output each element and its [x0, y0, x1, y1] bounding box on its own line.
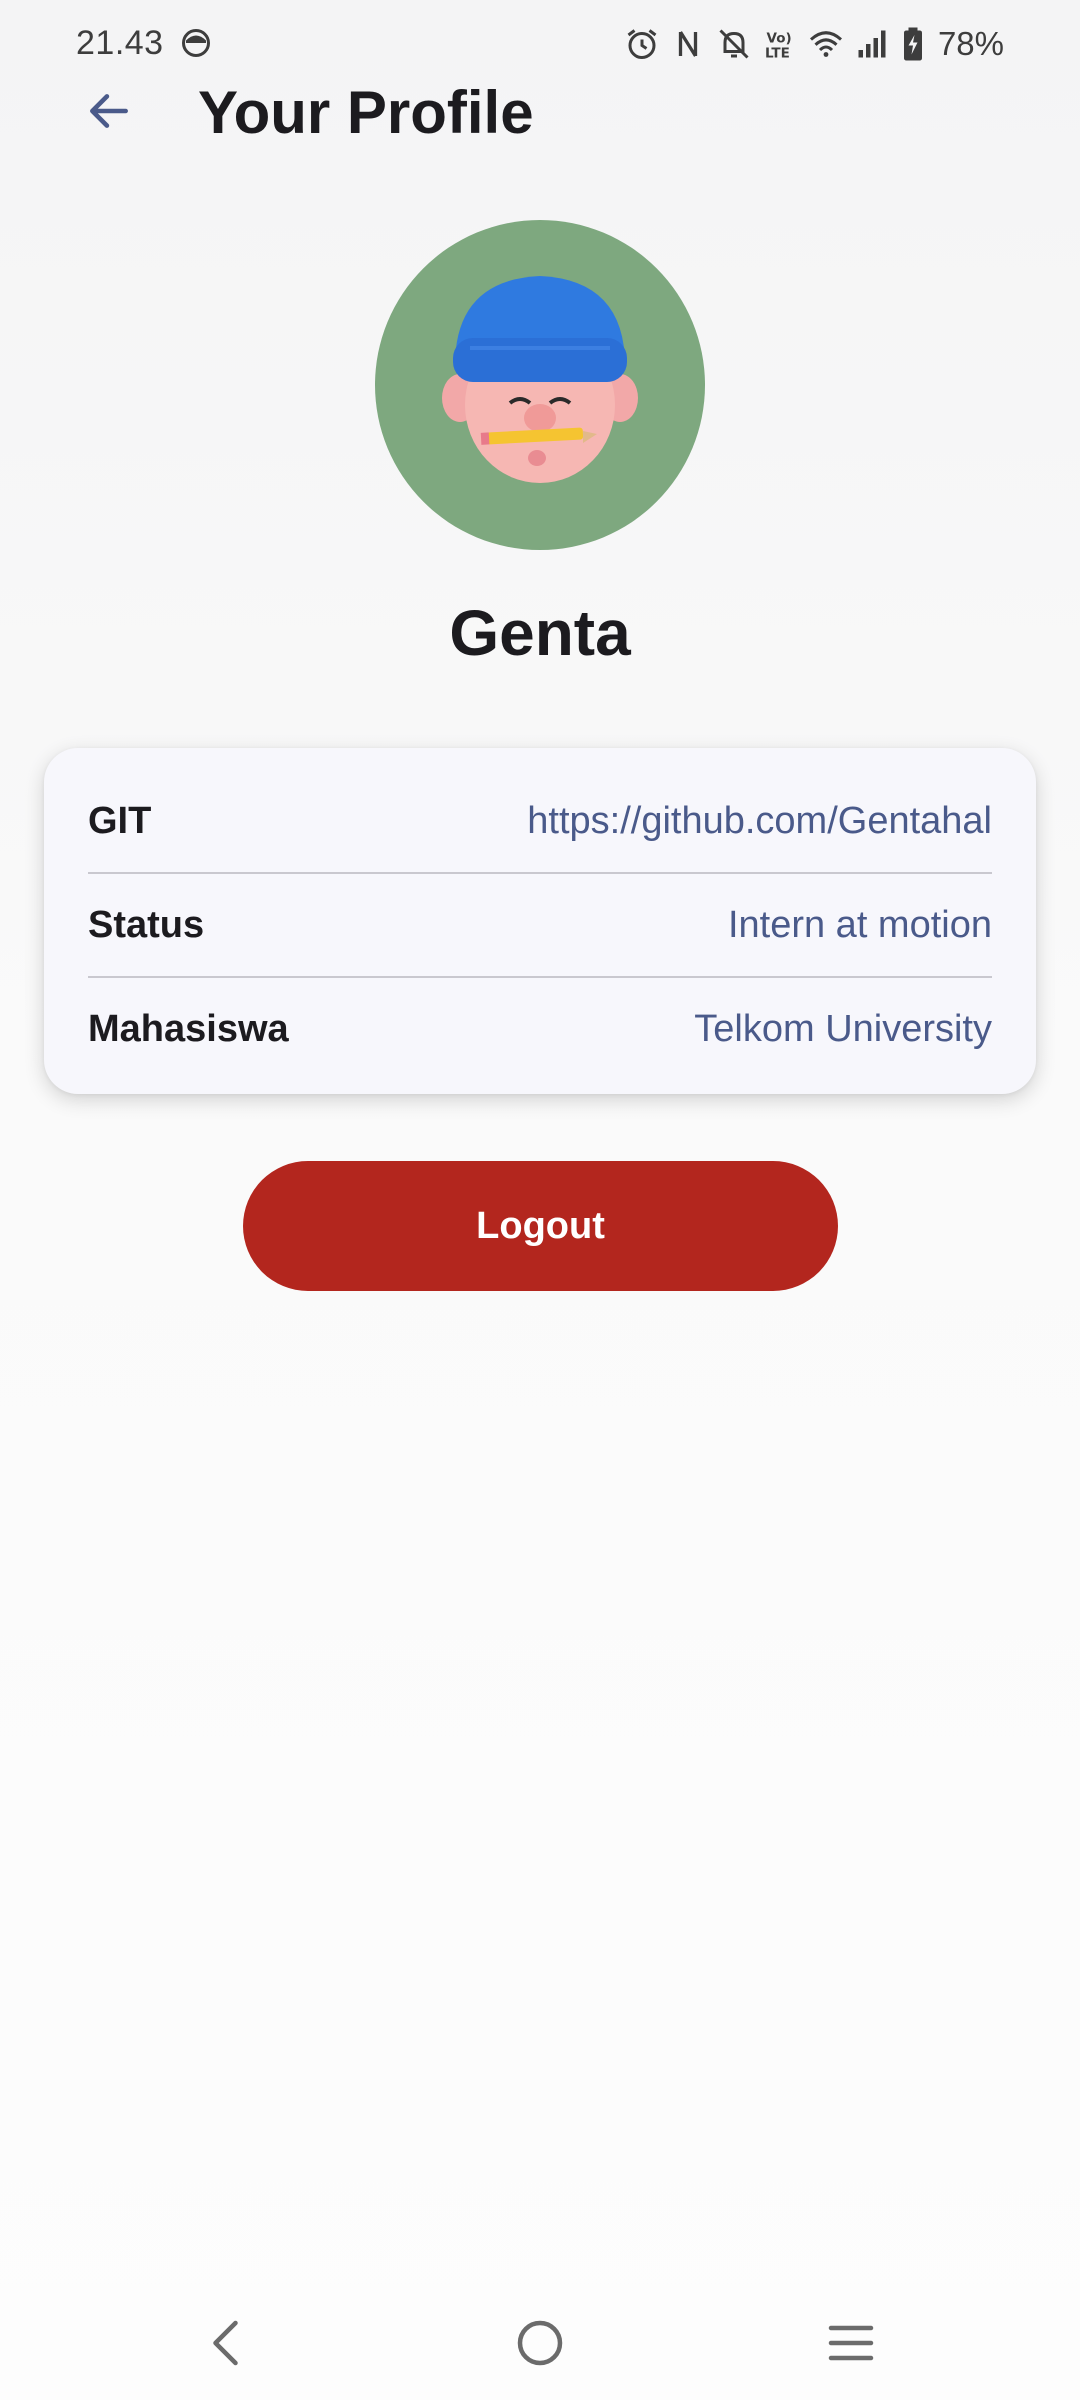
- svg-text:LTE: LTE: [765, 46, 790, 62]
- back-button[interactable]: [80, 84, 138, 138]
- info-row-mahasiswa: Mahasiswa Telkom University: [88, 978, 992, 1080]
- avatar-illustration: [442, 276, 638, 483]
- nav-back-button[interactable]: [193, 2308, 263, 2378]
- profile-info-card: GIT https://github.com/Gentahal Status I…: [44, 748, 1036, 1094]
- info-row-status: Status Intern at motion: [88, 874, 992, 976]
- git-link[interactable]: https://github.com/Gentahal: [527, 800, 992, 843]
- volte-icon: Vo) LTE: [762, 26, 798, 62]
- alarm-icon: [624, 26, 660, 62]
- info-value: Telkom University: [694, 1007, 992, 1050]
- status-time: 21.43: [76, 24, 164, 62]
- page-title: Your Profile: [198, 79, 534, 146]
- recents-nav-icon: [828, 2325, 874, 2361]
- silent-icon: [716, 26, 752, 62]
- battery-percentage: 78%: [937, 25, 1004, 62]
- profile-name: Genta: [449, 597, 631, 669]
- info-label: GIT: [88, 799, 152, 842]
- nav-home-button[interactable]: [505, 2308, 575, 2378]
- wifi-icon: [808, 26, 844, 62]
- svg-text:Vo): Vo): [766, 31, 791, 47]
- status-icons: Vo) LTE 78%: [624, 22, 1004, 66]
- back-nav-icon: [213, 2320, 238, 2366]
- info-row-git: GIT https://github.com/Gentahal: [88, 770, 992, 872]
- info-value: Intern at motion: [727, 903, 992, 946]
- top-app-bar: Your Profile: [0, 68, 1080, 152]
- signal-icon: [854, 26, 890, 62]
- system-navigation-bar: [0, 2290, 1080, 2400]
- info-label: Mahasiswa: [88, 1007, 289, 1050]
- face-notification-icon: [181, 28, 211, 58]
- nav-recents-button[interactable]: [816, 2308, 886, 2378]
- logout-button[interactable]: Logout: [243, 1161, 838, 1291]
- info-label: Status: [88, 903, 205, 946]
- avatar: [375, 220, 705, 550]
- battery-icon: [900, 26, 926, 62]
- arrow-back-icon: [90, 94, 128, 128]
- home-nav-icon: [517, 2320, 563, 2366]
- nfc-icon: [670, 26, 706, 62]
